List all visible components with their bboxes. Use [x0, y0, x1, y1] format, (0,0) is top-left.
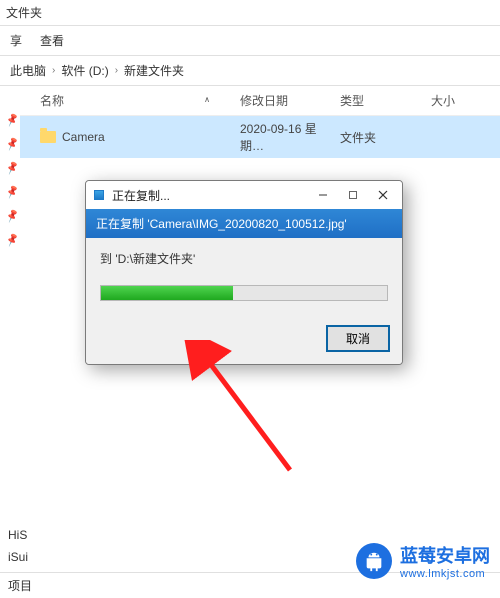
status-text: 项目	[8, 579, 32, 593]
window-title-text: 文件夹	[6, 6, 42, 20]
table-row[interactable]: Camera 2020-09-16 星期… 文件夹	[20, 116, 500, 158]
folder-icon	[40, 131, 56, 143]
column-header-type-label: 类型	[340, 94, 364, 108]
menu-view[interactable]: 查看	[40, 32, 64, 49]
dialog-titlebar[interactable]: 正在复制...	[86, 181, 402, 209]
pin-icon: 📌	[5, 235, 15, 245]
dialog-banner: 正在复制 'Camera\IMG_20200820_100512.jpg'	[86, 209, 402, 238]
watermark: 蓝莓安卓网 www.lmkjst.com	[356, 542, 490, 580]
row-type: 文件夹	[340, 129, 425, 146]
progress-fill	[101, 286, 233, 300]
menu-bar: 享 查看	[0, 26, 500, 55]
pin-icon: 📌	[5, 187, 15, 197]
quick-access-strip: 📌 📌 📌 📌 📌 📌	[0, 86, 20, 466]
android-icon	[356, 543, 392, 579]
row-name: Camera	[62, 130, 105, 144]
menu-share[interactable]: 享	[10, 32, 22, 49]
chevron-right-icon: ›	[52, 65, 55, 76]
window-title-fragment: 文件夹	[0, 0, 500, 26]
minimize-icon	[318, 190, 328, 200]
breadcrumb-drive[interactable]: 软件 (D:)	[61, 62, 108, 79]
minimize-button[interactable]	[308, 184, 338, 206]
close-icon	[378, 190, 388, 200]
column-header-modified-label: 修改日期	[240, 94, 288, 108]
column-header-size-label: 大小	[431, 94, 455, 108]
column-header-type[interactable]: 类型	[340, 92, 425, 109]
chevron-right-icon: ›	[115, 65, 118, 76]
dialog-banner-text: 正在复制 'Camera\IMG_20200820_100512.jpg'	[96, 217, 347, 231]
maximize-icon	[348, 190, 358, 200]
dialog-destination: 到 'D:\新建文件夹'	[100, 250, 388, 267]
pin-icon: 📌	[5, 163, 15, 173]
copy-dialog: 正在复制... 正在复制 'Camera\IMG_20200820_100512…	[85, 180, 403, 365]
column-header-name[interactable]: 名称 ∧	[40, 92, 240, 109]
pin-icon: 📌	[5, 211, 15, 221]
column-header-size[interactable]: 大小	[425, 92, 485, 109]
column-header-name-label: 名称	[40, 94, 64, 108]
maximize-button[interactable]	[338, 184, 368, 206]
sort-asc-icon: ∧	[204, 95, 210, 104]
column-header-modified[interactable]: 修改日期	[240, 92, 340, 109]
pin-icon: 📌	[5, 115, 15, 125]
dialog-title: 正在复制...	[112, 187, 308, 204]
breadcrumb-folder[interactable]: 新建文件夹	[124, 62, 184, 79]
watermark-url: www.lmkjst.com	[400, 568, 490, 580]
breadcrumb[interactable]: 此电脑 › 软件 (D:) › 新建文件夹	[0, 55, 500, 86]
cancel-button[interactable]: 取消	[326, 325, 390, 352]
breadcrumb-root[interactable]: 此电脑	[10, 62, 46, 79]
close-button[interactable]	[368, 184, 398, 206]
copy-icon	[92, 188, 106, 202]
pin-icon: 📌	[5, 139, 15, 149]
watermark-title: 蓝莓安卓网	[400, 542, 490, 568]
column-headers: 名称 ∧ 修改日期 类型 大小	[20, 86, 500, 116]
progress-bar	[100, 285, 388, 301]
row-modified: 2020-09-16 星期…	[240, 120, 340, 154]
